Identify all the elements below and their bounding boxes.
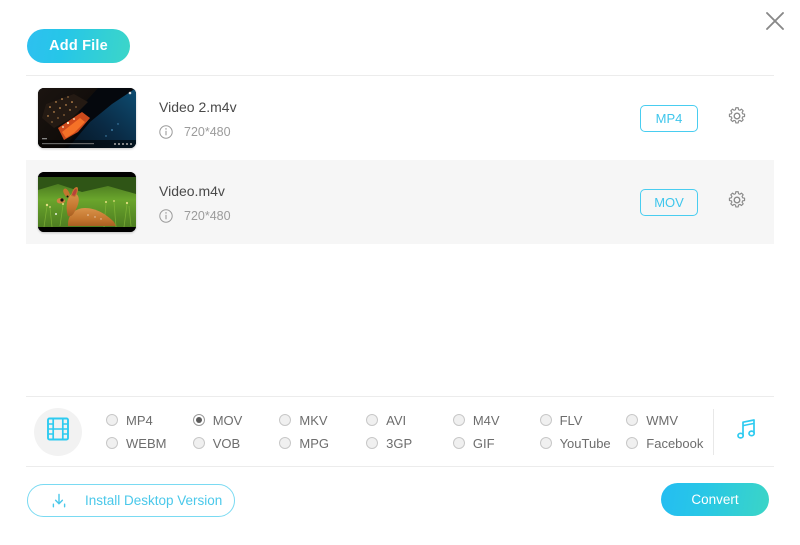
file-list: Video 2.m4v 720*480 MP4 Video.m4v 720*48… xyxy=(26,76,774,244)
file-name: Video.m4v xyxy=(159,182,225,199)
radio-indicator xyxy=(452,437,465,449)
format-selection-panel: MP4 MOV MKV AVI M4V FLV WMV WEBM VOB MPG… xyxy=(26,397,774,466)
format-option-label: WMV xyxy=(646,412,679,428)
gear-icon xyxy=(726,105,748,132)
format-option-gif[interactable]: GIF xyxy=(452,435,540,451)
format-option-label: VOB xyxy=(212,435,241,451)
format-option-webm[interactable]: WEBM xyxy=(106,436,193,451)
radio-indicator xyxy=(366,437,379,449)
format-option-flv[interactable]: FLV xyxy=(539,412,627,428)
music-note-icon xyxy=(733,416,759,447)
video-thumbnail[interactable] xyxy=(38,88,136,148)
radio-indicator xyxy=(366,414,379,426)
format-option-3gp[interactable]: 3GP xyxy=(366,436,453,451)
format-option-label: MOV xyxy=(212,412,243,428)
close-icon xyxy=(764,10,786,32)
radio-indicator xyxy=(192,437,205,449)
format-option-facebook[interactable]: Facebook xyxy=(626,436,713,451)
format-option-label: YouTube xyxy=(559,435,611,451)
format-option-label: AVI xyxy=(386,412,407,428)
download-icon xyxy=(50,492,68,510)
file-resolution: 720*480 xyxy=(184,124,231,139)
format-option-avi[interactable]: AVI xyxy=(366,413,453,428)
output-format-button[interactable]: MOV xyxy=(640,188,698,216)
video-thumbnail[interactable] xyxy=(38,172,136,232)
format-option-youtube[interactable]: YouTube xyxy=(539,435,627,451)
gear-icon xyxy=(726,189,748,216)
file-info: Video 2.m4v 720*480 xyxy=(159,98,640,139)
file-info: Video.m4v 720*480 xyxy=(159,182,640,223)
radio-indicator xyxy=(279,437,292,449)
format-option-vob[interactable]: VOB xyxy=(192,435,280,451)
panel-divider xyxy=(713,408,714,455)
radio-indicator xyxy=(452,414,465,426)
file-resolution: 720*480 xyxy=(184,208,231,223)
radio-indicator xyxy=(626,437,639,449)
format-option-m4v[interactable]: M4V xyxy=(452,412,540,428)
output-format-button[interactable]: MP4 xyxy=(640,104,698,132)
add-file-container: Add File xyxy=(27,29,130,63)
info-icon[interactable] xyxy=(159,208,173,223)
radio-indicator xyxy=(539,414,552,426)
format-option-label: 3GP xyxy=(386,435,413,451)
format-option-mov[interactable]: MOV xyxy=(192,412,280,428)
install-button-label: Install Desktop Version xyxy=(85,493,223,508)
format-option-label: MPG xyxy=(299,435,330,451)
add-file-button[interactable]: Add File xyxy=(27,29,130,63)
format-option-wmv[interactable]: WMV xyxy=(626,413,713,428)
radio-indicator xyxy=(106,414,118,426)
file-name: Video 2.m4v xyxy=(159,98,237,115)
file-details: 720*480 xyxy=(159,125,640,139)
format-options-grid: MP4 MOV MKV AVI M4V FLV WMV WEBM VOB MPG… xyxy=(106,409,713,455)
format-option-label: FLV xyxy=(559,412,583,428)
video-format-tab[interactable] xyxy=(34,407,82,456)
format-option-label: M4V xyxy=(472,412,500,428)
info-icon[interactable] xyxy=(159,124,173,139)
convert-button[interactable]: Convert xyxy=(661,483,769,516)
settings-button[interactable] xyxy=(722,187,752,217)
radio-indicator xyxy=(539,437,552,449)
file-details: 720*480 xyxy=(159,209,640,223)
format-panel-bottom-divider xyxy=(26,466,774,467)
close-window-button[interactable] xyxy=(758,4,792,38)
radio-indicator xyxy=(626,414,639,426)
format-option-label: Facebook xyxy=(646,435,704,451)
audio-format-tab[interactable] xyxy=(718,416,774,447)
radio-indicator xyxy=(279,414,292,426)
format-option-label: MKV xyxy=(299,412,328,428)
aerial-coastline-night-icon xyxy=(38,88,136,148)
install-desktop-version-button[interactable]: Install Desktop Version xyxy=(27,484,235,517)
film-strip-icon xyxy=(45,416,71,447)
format-option-mpg[interactable]: MPG xyxy=(279,436,366,451)
format-option-label: GIF xyxy=(472,435,495,451)
format-option-label: MP4 xyxy=(126,412,153,428)
settings-button[interactable] xyxy=(722,103,752,133)
format-option-mp4[interactable]: MP4 xyxy=(106,413,193,428)
format-option-label: WEBM xyxy=(126,435,167,451)
deer-in-meadow-icon xyxy=(38,172,136,232)
table-row[interactable]: Video 2.m4v 720*480 MP4 xyxy=(26,76,774,160)
radio-indicator xyxy=(192,414,205,426)
format-option-mkv[interactable]: MKV xyxy=(279,413,366,428)
table-row[interactable]: Video.m4v 720*480 MOV xyxy=(26,160,774,244)
radio-indicator xyxy=(106,437,118,449)
